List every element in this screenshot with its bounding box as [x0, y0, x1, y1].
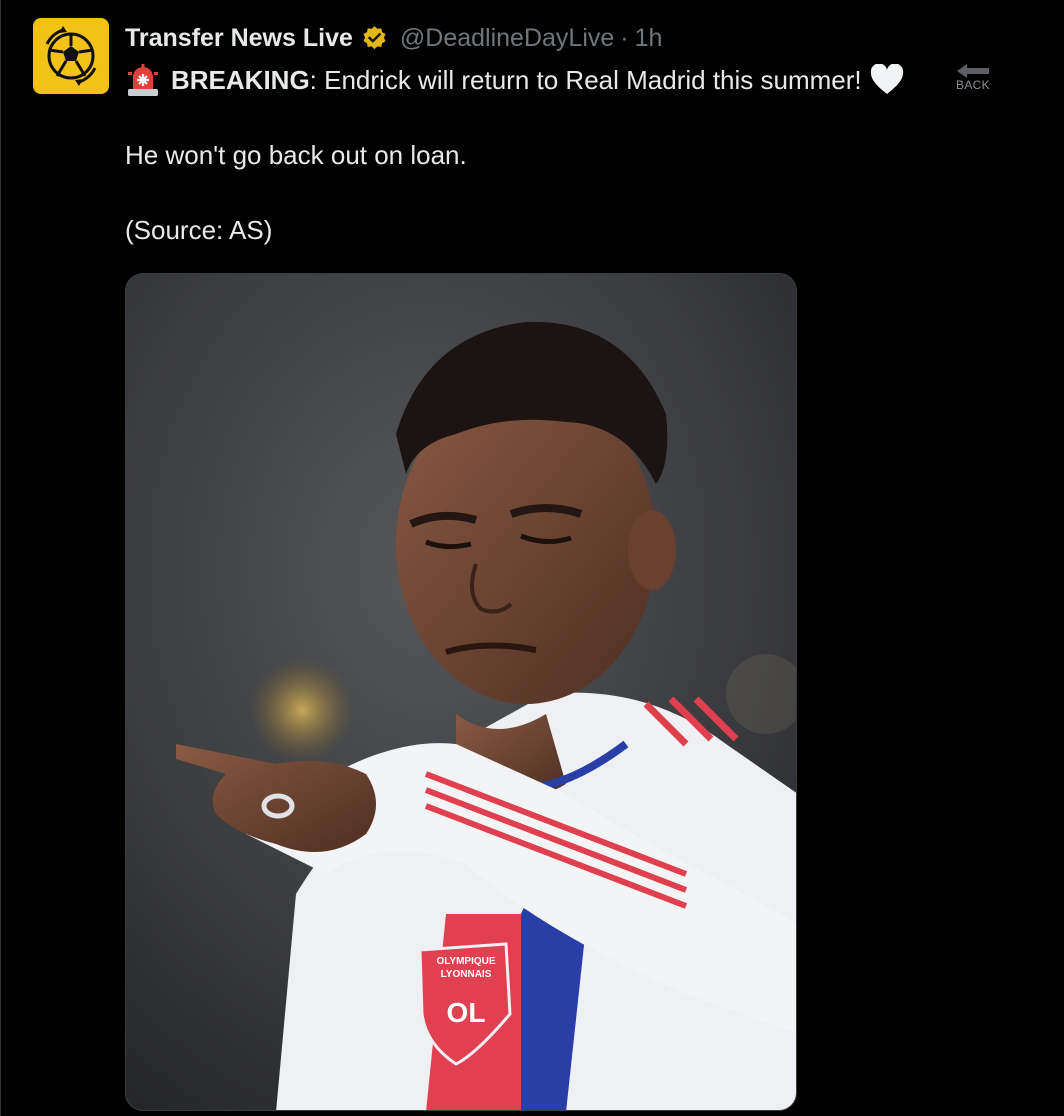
player-photo: OLYMPIQUE LYONNAIS OL — [126, 274, 796, 1110]
avatar[interactable] — [33, 18, 109, 94]
tweet-container: Transfer News Live @DeadlineDayLive · 1h… — [0, 0, 1063, 1116]
headline-text: Endrick will return to Real Madrid this … — [316, 64, 862, 95]
timestamp[interactable]: 1h — [635, 24, 663, 53]
tweet-text-line-2: He won't go back out on loan. — [125, 140, 467, 170]
crest-text-2: LYONNAIS — [441, 969, 492, 980]
crest-monogram: OL — [447, 997, 486, 1028]
siren-emoji-icon — [125, 62, 161, 98]
crest-text-1: OLYMPIQUE — [436, 956, 495, 967]
breaking-label: BREAKING — [171, 64, 310, 95]
handle[interactable]: @DeadlineDayLive — [400, 24, 614, 53]
white-heart-emoji-icon — [870, 64, 904, 96]
tweet-text-line-1: BREAKING: Endrick will return to Real Ma… — [125, 60, 904, 100]
display-name[interactable]: Transfer News Live — [125, 24, 353, 53]
football-logo-icon — [45, 26, 97, 86]
tweet-text-line-3: (Source: AS) — [125, 215, 273, 245]
verified-badge-icon[interactable] — [361, 25, 388, 52]
back-label: BACK — [956, 78, 990, 92]
tweet-media-image[interactable]: OLYMPIQUE LYONNAIS OL — [125, 273, 797, 1111]
back-button[interactable]: BACK — [951, 62, 995, 98]
separator-dot: · — [620, 23, 629, 52]
tweet-header: Transfer News Live @DeadlineDayLive · 1h — [125, 20, 662, 56]
breaking-colon: : — [309, 64, 317, 95]
